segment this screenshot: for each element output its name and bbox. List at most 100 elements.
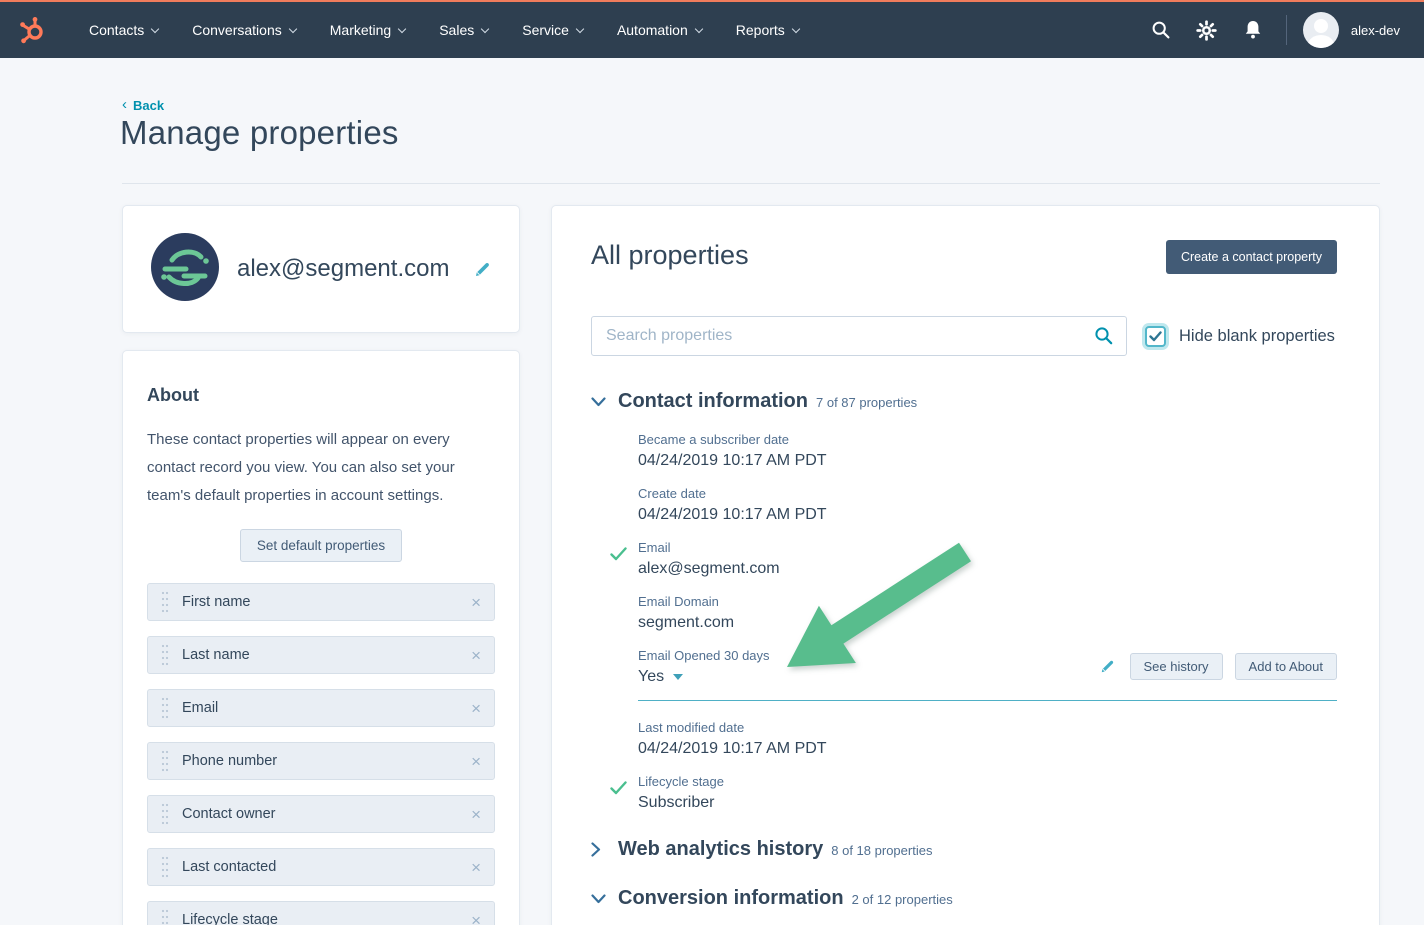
close-icon[interactable]: × xyxy=(471,806,481,823)
all-properties-panel: All properties Create a contact property… xyxy=(551,205,1380,925)
edit-pencil-icon[interactable] xyxy=(1100,659,1115,674)
avatar-silhouette xyxy=(1314,19,1328,33)
chevron-down-icon xyxy=(481,24,489,32)
add-to-about-button[interactable]: Add to About xyxy=(1235,653,1337,680)
nav-item-label: Conversations xyxy=(192,22,282,38)
back-label: Back xyxy=(133,98,164,113)
section-count: 7 of 87 properties xyxy=(816,395,917,410)
close-icon[interactable]: × xyxy=(471,647,481,664)
section-title: Contact information xyxy=(618,390,808,413)
nav-divider xyxy=(1286,15,1287,45)
manage-properties-page: Contacts Conversations Marketing Sales S… xyxy=(0,0,1424,925)
edit-pencil-icon[interactable] xyxy=(474,261,491,278)
gear-icon[interactable] xyxy=(1184,20,1230,41)
pill-label: Last name xyxy=(182,647,471,663)
pill-label: Last contacted xyxy=(182,859,471,875)
create-contact-property-button[interactable]: Create a contact property xyxy=(1166,240,1337,274)
nav-item-label: Service xyxy=(522,22,569,38)
chevron-right-icon xyxy=(591,842,607,857)
default-property-pill[interactable]: Phone number × xyxy=(147,742,495,780)
nav-item-label: Contacts xyxy=(89,22,144,38)
all-properties-title: All properties xyxy=(591,240,749,271)
bell-icon[interactable] xyxy=(1230,19,1276,41)
set-default-properties-button[interactable]: Set default properties xyxy=(240,529,402,562)
search-icon[interactable] xyxy=(1094,326,1114,351)
drag-handle-icon[interactable] xyxy=(161,643,169,667)
nav-item-marketing[interactable]: Marketing xyxy=(313,2,422,58)
top-nav: Contacts Conversations Marketing Sales S… xyxy=(0,0,1424,58)
section-count: 8 of 18 properties xyxy=(831,843,932,858)
drag-handle-icon[interactable] xyxy=(161,855,169,879)
search-icon[interactable] xyxy=(1138,20,1184,40)
nav-item-sales[interactable]: Sales xyxy=(422,2,505,58)
drag-handle-icon[interactable] xyxy=(161,590,169,614)
segment-logo-avatar xyxy=(151,233,219,306)
drag-handle-icon[interactable] xyxy=(161,749,169,773)
property-value: alex@segment.com xyxy=(638,560,1337,578)
contact-email: alex@segment.com xyxy=(237,255,456,283)
chevron-down-icon xyxy=(792,24,800,32)
section-title: Web analytics history xyxy=(618,838,823,861)
property-row: Became a subscriber date 04/24/2019 10:1… xyxy=(638,432,1337,470)
close-icon[interactable]: × xyxy=(471,753,481,770)
property-row: Create date 04/24/2019 10:17 AM PDT xyxy=(638,486,1337,524)
chevron-down-icon xyxy=(591,894,607,904)
nav-item-conversations[interactable]: Conversations xyxy=(175,2,313,58)
property-row: Last modified date 04/24/2019 10:17 AM P… xyxy=(638,720,1337,758)
nav-right-tools: alex-dev xyxy=(1138,12,1424,48)
hide-blank-properties-toggle[interactable]: Hide blank properties xyxy=(1145,326,1335,347)
section-header-contact-information[interactable]: Contact information 7 of 87 properties xyxy=(591,390,1337,413)
property-label: Email xyxy=(638,540,1337,555)
pill-label: Phone number xyxy=(182,753,471,769)
nav-item-automation[interactable]: Automation xyxy=(600,2,719,58)
contact-information-properties: Became a subscriber date 04/24/2019 10:1… xyxy=(591,432,1337,812)
pill-label: Lifecycle stage xyxy=(182,912,471,925)
nav-item-contacts[interactable]: Contacts xyxy=(72,2,175,58)
user-avatar[interactable] xyxy=(1303,12,1339,48)
drag-handle-icon[interactable] xyxy=(161,802,169,826)
see-history-button[interactable]: See history xyxy=(1130,653,1223,680)
header-divider xyxy=(122,183,1380,184)
check-icon xyxy=(610,781,627,800)
default-property-pill[interactable]: Lifecycle stage × xyxy=(147,901,495,925)
profile-card: alex@segment.com xyxy=(122,205,520,333)
pill-label: First name xyxy=(182,594,471,610)
chevron-down-icon xyxy=(398,24,406,32)
default-property-pill[interactable]: Contact owner × xyxy=(147,795,495,833)
drag-handle-icon[interactable] xyxy=(161,908,169,925)
close-icon[interactable]: × xyxy=(471,700,481,717)
avatar-silhouette xyxy=(1308,35,1334,48)
property-row: Email Domain segment.com xyxy=(638,594,1337,632)
back-link[interactable]: ‹ Back xyxy=(122,98,164,113)
dropdown-caret-icon xyxy=(673,674,683,680)
hide-blank-label: Hide blank properties xyxy=(1179,327,1335,346)
property-label: Create date xyxy=(638,486,1337,501)
nav-item-service[interactable]: Service xyxy=(505,2,600,58)
hide-blank-checkbox[interactable] xyxy=(1145,326,1166,347)
search-properties-input[interactable] xyxy=(591,316,1127,356)
nav-item-reports[interactable]: Reports xyxy=(719,2,816,58)
property-row: Email alex@segment.com xyxy=(638,540,1337,578)
username-label[interactable]: alex-dev xyxy=(1351,23,1400,38)
hubspot-logo-icon[interactable] xyxy=(20,16,46,44)
default-property-pill[interactable]: First name × xyxy=(147,583,495,621)
section-header-web-analytics-history[interactable]: Web analytics history 8 of 18 properties xyxy=(591,838,1337,861)
section-header-conversion-information[interactable]: Conversion information 2 of 12 propertie… xyxy=(591,887,1337,910)
close-icon[interactable]: × xyxy=(471,912,481,925)
pill-label: Email xyxy=(182,700,471,716)
section-count: 2 of 12 properties xyxy=(852,892,953,907)
close-icon[interactable]: × xyxy=(471,859,481,876)
default-property-pill[interactable]: Email × xyxy=(147,689,495,727)
property-value: segment.com xyxy=(638,614,1337,632)
default-property-pill[interactable]: Last name × xyxy=(147,636,495,674)
close-icon[interactable]: × xyxy=(471,594,481,611)
check-icon xyxy=(610,547,627,566)
drag-handle-icon[interactable] xyxy=(161,696,169,720)
back-chevron-icon: ‹ xyxy=(122,96,127,113)
chevron-down-icon xyxy=(151,24,159,32)
property-value: 04/24/2019 10:17 AM PDT xyxy=(638,506,1337,524)
default-property-pill[interactable]: Last contacted × xyxy=(147,848,495,886)
chevron-down-icon xyxy=(289,24,297,32)
chevron-down-icon xyxy=(576,24,584,32)
chevron-down-icon xyxy=(695,24,703,32)
